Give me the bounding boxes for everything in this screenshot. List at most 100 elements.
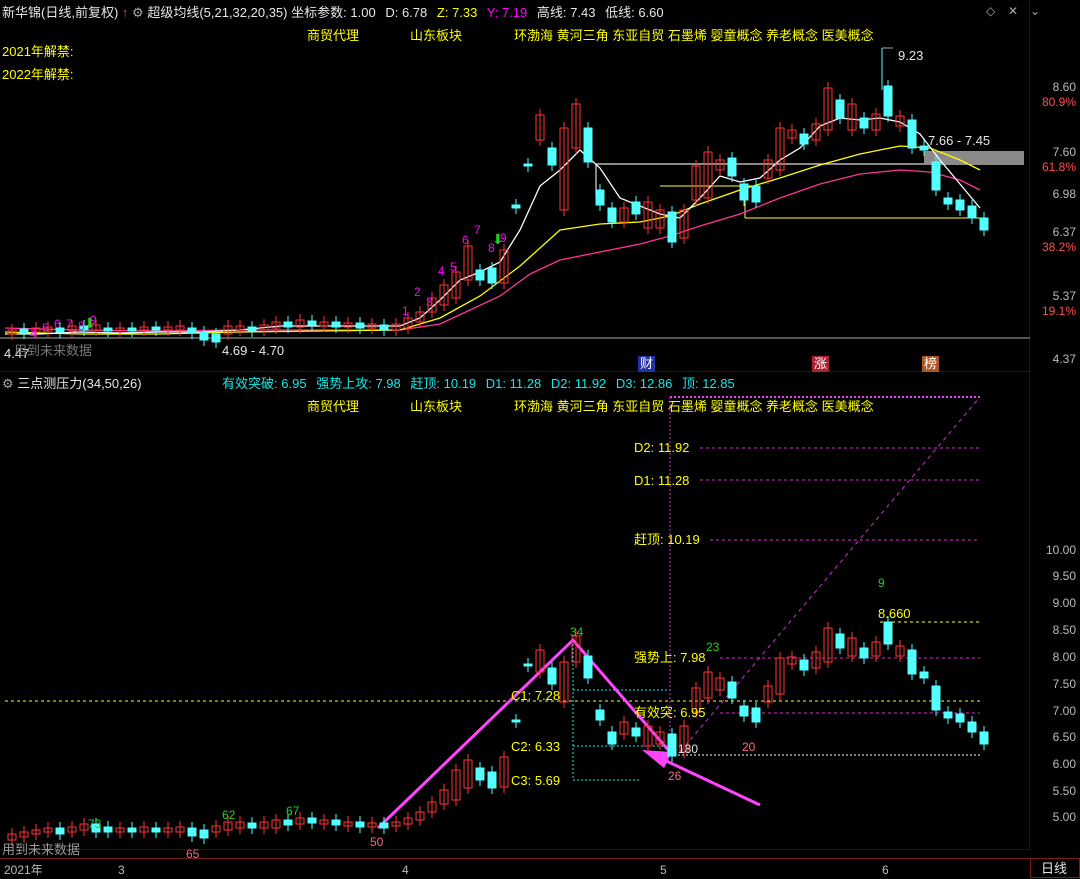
future-hint-main: 用到未来数据 [14, 343, 93, 358]
count-label: 5 [42, 321, 49, 335]
candle [547, 667, 557, 685]
peak-label: 9.23 [898, 48, 924, 63]
y-tick: 5.37 [1052, 289, 1076, 303]
candle [919, 145, 929, 151]
y-tick-pct: 19.1% [1041, 304, 1076, 318]
candle [799, 133, 809, 145]
candle [127, 327, 137, 332]
y-tick: 6.50 [1052, 730, 1076, 744]
candle [835, 99, 845, 119]
candle [931, 685, 941, 711]
level-effective: 有效突: 6.95 [634, 705, 706, 720]
candle [631, 727, 641, 737]
y-tick: 8.50 [1052, 623, 1076, 637]
candle [307, 817, 317, 824]
num-label: 9 [878, 576, 885, 590]
candle [751, 707, 761, 723]
candle [883, 85, 893, 117]
y-tick: 4.37 [1052, 352, 1076, 366]
num-label: 50 [370, 835, 384, 849]
candle [511, 719, 521, 723]
candle [511, 204, 521, 209]
candle [127, 827, 137, 833]
candle [55, 827, 65, 835]
candle [607, 207, 617, 223]
count-label: 9 [500, 231, 507, 245]
y-tick: 8.60 [1052, 80, 1076, 94]
x-axis: 2021年 3 4 5 6 [0, 858, 1030, 879]
candle [583, 655, 593, 679]
candle [955, 713, 965, 723]
candle [955, 199, 965, 211]
num-label: 20 [742, 740, 756, 754]
count-label: 1 [402, 304, 409, 318]
main-y-axis: 8.60 80.9% 7.60 61.8% 6.98 6.37 38.2% 5.… [1030, 0, 1080, 372]
y-tick: 6.00 [1052, 757, 1076, 771]
y-tick-pct: 80.9% [1041, 95, 1076, 109]
y-tick: 6.37 [1052, 225, 1076, 239]
candle [979, 217, 989, 231]
marker-zhang[interactable]: 涨 [812, 356, 830, 372]
num-label: 73 [88, 817, 102, 831]
level-c1: C1: 7.28 [511, 688, 561, 703]
candle [967, 205, 977, 219]
candle [595, 709, 605, 721]
candle [859, 647, 869, 659]
x-tick: 2021年 [4, 863, 43, 877]
candle [739, 705, 749, 717]
candle [331, 321, 341, 328]
candle [883, 621, 893, 645]
candle [727, 157, 737, 177]
level-d1: D1: 11.28 [634, 473, 690, 488]
y-tick: 10.00 [1045, 543, 1076, 557]
candle [187, 327, 197, 334]
candle [307, 320, 317, 326]
y-tick: 7.00 [1052, 704, 1076, 718]
candle [379, 822, 389, 829]
marker-cai[interactable]: 财 [638, 356, 656, 372]
candle [907, 649, 917, 675]
candle [487, 267, 497, 284]
candle [151, 827, 161, 833]
count-label: 2 [414, 285, 421, 299]
candle [799, 659, 809, 671]
candle [487, 771, 497, 789]
candle [859, 117, 869, 129]
count-label: 5 [450, 260, 457, 274]
num-label: 34 [570, 625, 584, 639]
candle [835, 633, 845, 649]
count-label: 7 [474, 223, 481, 237]
y-tick: 5.50 [1052, 784, 1076, 798]
candle [247, 822, 257, 829]
count-label: 6 [54, 317, 61, 331]
candle [739, 183, 749, 201]
candle [547, 147, 557, 166]
level-c2: C2: 6.33 [511, 739, 561, 754]
count-label: 7 [66, 317, 73, 331]
gray-band [924, 151, 1024, 163]
x-tick: 4 [402, 863, 409, 877]
y-tick-pct: 38.2% [1041, 240, 1076, 254]
marker-bang[interactable]: 榜 [922, 356, 940, 372]
level-8660: 8.660 [878, 606, 911, 621]
num-label: 67 [286, 804, 300, 818]
y-tick: 9.50 [1052, 569, 1076, 583]
candle [199, 829, 209, 839]
candle [475, 269, 485, 281]
future-hint-sub: 用到未来数据 [2, 842, 81, 857]
candle [283, 819, 293, 826]
candle [523, 663, 533, 667]
candle [607, 731, 617, 745]
candle [523, 163, 533, 167]
candle [919, 671, 929, 679]
candle [667, 211, 677, 243]
candle [907, 119, 917, 149]
num-label: 62 [222, 808, 236, 822]
num-label: 23 [706, 640, 720, 654]
low-range-label: 4.69 - 4.70 [222, 343, 285, 358]
y-tick: 5.00 [1052, 810, 1076, 824]
period-button[interactable]: 日线 [1030, 858, 1080, 878]
x-tick: 5 [660, 863, 667, 877]
level-c3: C3: 5.69 [511, 773, 561, 788]
candle [211, 333, 221, 343]
